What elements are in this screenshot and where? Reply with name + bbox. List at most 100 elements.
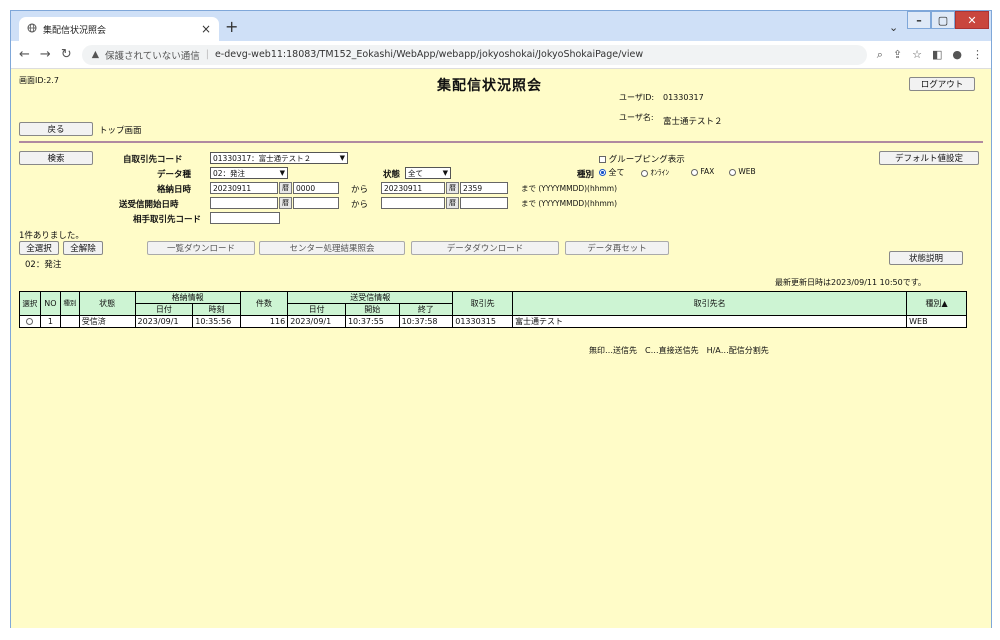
grouping-option[interactable]: グループピング表示 [599,153,685,165]
header-no: NO [39,291,62,316]
from-label: から [351,185,369,195]
select-all-button[interactable]: 全選択 [19,241,59,255]
zoom-icon[interactable]: ⌕ [877,48,883,62]
send-start-label: 送受信開始日時 [119,200,179,210]
header-storage-info: 格納情報 [134,291,241,304]
send-to-time-input[interactable] [460,197,508,209]
radio-icon[interactable] [641,169,648,177]
calendar-button[interactable]: 暦 [279,182,292,194]
calendar-button[interactable]: 暦 [446,182,459,194]
table-legend: 無印…送信先 C…直接送信先 H/A…配信分割先 [589,346,769,355]
back-arrow-icon[interactable]: ← [19,47,30,62]
self-partner-code-select[interactable]: 01330317：富士通テスト２ ▼ [210,152,348,164]
self-partner-code-value: 01330317：富士通テスト２ [213,153,312,163]
globe-icon [27,23,37,36]
kind-label: 種別 [577,170,595,180]
storage-until-format: まで (YYYYMMDD)(hhmm) [521,184,618,193]
header-date: 日付 [134,303,194,316]
row-radio-icon[interactable] [26,318,34,325]
url-separator: | [205,49,209,60]
cell-partner: 01330315 [452,315,514,328]
self-partner-code-label: 自取引先コード [123,155,183,165]
table-row: 1 受信済 2023/09/1 10:35:56 116 2023/09/1 1… [19,315,967,328]
kind-radio-online[interactable]: ｵﾝﾗｲﾝ [641,167,669,178]
data-download-button[interactable]: データダウンロード [411,241,559,255]
data-reset-button[interactable]: データ再セット [565,241,669,255]
browser-tab[interactable]: 集配信状況照会 × [19,17,219,41]
data-type-select[interactable]: 02：発注 ▼ [210,167,288,179]
tab-close-icon[interactable]: × [201,22,211,36]
close-window-icon[interactable]: ✕ [955,11,989,29]
status-label: 状態 [383,170,401,180]
cell-no: 1 [39,315,62,328]
send-from-label: から [351,200,369,210]
address-bar[interactable]: ▲ 保護されていない通信 | e-devg-web11:18083/TM152_… [81,44,867,65]
cell-mark [60,315,80,328]
calendar-button[interactable]: 暦 [279,197,292,209]
back-button[interactable]: 戻る [19,122,93,136]
send-from-date-input[interactable] [210,197,278,209]
kind-radio-all[interactable]: 全て [599,167,625,178]
status-select[interactable]: 全て ▼ [405,167,451,179]
page-content: 画面ID:2.7 集配信状況照会 ログアウト ユーザID: 01330317 ユ… [11,69,991,628]
reload-icon[interactable]: ↻ [61,47,72,62]
cell-date: 2023/09/1 [134,315,194,328]
chevron-down-icon: ▼ [339,154,345,162]
partner-code-input[interactable] [210,212,280,224]
radio-selected-icon[interactable] [599,169,606,176]
kind-option-label: WEB [738,167,756,176]
warning-icon[interactable]: ▲ [92,49,99,60]
tab-list-chevron-icon[interactable]: ⌄ [889,21,898,34]
side-panel-icon[interactable]: ◧ [932,48,942,61]
list-download-button[interactable]: 一覧ダウンロード [147,241,255,255]
center-result-button[interactable]: センター処理結果照会 [259,241,405,255]
user-id-label: ユーザID: [619,93,655,102]
kind-radio-fax[interactable]: FAX [691,167,714,176]
browser-window: 集配信状況照会 × + ⌄ – ▢ ✕ ← → ↻ ▲ 保護されていない通信 |… [10,10,992,628]
data-type-label: データ種 [157,170,192,180]
new-tab-icon[interactable]: + [225,17,238,36]
storage-from-time-input[interactable]: 0000 [293,182,339,194]
result-table: 選択 NO 種別 状態 格納情報 件数 送受信情報 取引先 取引先名 種別▲ 日… [19,291,967,328]
partner-code-label: 相手取引先コード [133,215,202,225]
header-status: 状態 [78,291,136,316]
bookmark-star-icon[interactable]: ☆ [912,48,922,61]
url-text: e-devg-web11:18083/TM152_Eokashi/WebApp/… [214,49,644,60]
security-label: 保護されていない通信 [105,50,200,62]
status-description-button[interactable]: 状態説明 [889,251,963,265]
logout-button[interactable]: ログアウト [909,77,975,91]
storage-from-date-input[interactable]: 20230911 [210,182,278,194]
grouping-checkbox[interactable] [599,156,606,163]
default-settings-button[interactable]: デフォルト値設定 [879,151,979,165]
cell-send-date: 2023/09/1 [287,315,346,328]
grouping-label: グループピング表示 [608,155,685,165]
minimize-icon[interactable]: – [907,11,931,29]
deselect-all-button[interactable]: 全解除 [63,241,103,255]
header-kind-mark: 種別 [60,291,80,316]
kind-option-label: FAX [700,167,715,176]
kind-radio-web[interactable]: WEB [729,167,756,176]
cell-count: 116 [239,315,289,328]
menu-kebab-icon[interactable]: ⋮ [972,48,983,61]
send-to-date-input[interactable] [381,197,445,209]
storage-to-time-input[interactable]: 2359 [460,182,508,194]
row-select-cell[interactable] [19,315,41,328]
radio-icon[interactable] [729,168,736,176]
send-from-time-input[interactable] [293,197,339,209]
forward-arrow-icon[interactable]: → [40,47,51,62]
search-button[interactable]: 検索 [19,151,93,165]
header-start: 開始 [344,303,400,316]
tab-bar: 集配信状況照会 × + ⌄ – ▢ ✕ [11,11,991,41]
calendar-button[interactable]: 暦 [446,197,459,209]
header-select: 選択 [19,291,41,316]
maximize-icon[interactable]: ▢ [931,11,955,29]
profile-icon[interactable]: ● [952,48,962,61]
header-type[interactable]: 種別▲ [906,291,967,316]
header-time: 時刻 [192,303,241,316]
cell-end: 10:37:58 [398,315,454,328]
header-end: 終了 [398,303,454,316]
radio-icon[interactable] [691,168,698,176]
share-icon[interactable]: ⇪ [893,48,902,61]
storage-to-date-input[interactable]: 20230911 [381,182,445,194]
cell-start: 10:37:55 [344,315,400,328]
